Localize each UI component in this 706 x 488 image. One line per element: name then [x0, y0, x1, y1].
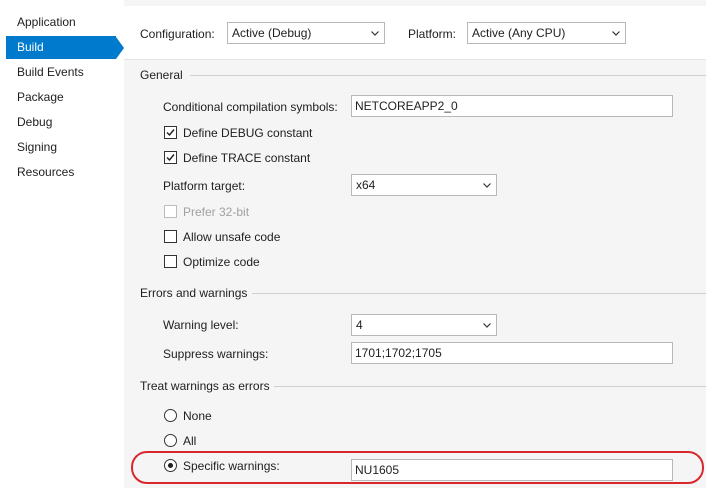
radio-none[interactable]: [164, 409, 177, 422]
sidebar-item-application[interactable]: Application: [6, 11, 116, 34]
define-trace-checkbox[interactable]: [164, 151, 177, 164]
section-errors-heading: Errors and warnings: [140, 286, 248, 300]
section-treat-warnings-heading: Treat warnings as errors: [140, 379, 270, 393]
chevron-down-icon: [612, 31, 620, 36]
radio-specific-label: Specific warnings:: [183, 459, 280, 473]
define-trace-label: Define TRACE constant: [183, 151, 311, 165]
section-general-heading: General: [140, 68, 183, 82]
warning-level-value: 4: [356, 318, 363, 332]
specific-warnings-input[interactable]: NU1605: [351, 459, 673, 481]
sidebar-item-package[interactable]: Package: [6, 86, 116, 109]
platform-value: Active (Any CPU): [472, 26, 566, 40]
section-divider: [274, 386, 706, 387]
configuration-dropdown[interactable]: Active (Debug): [227, 22, 385, 44]
platform-dropdown[interactable]: Active (Any CPU): [467, 22, 626, 44]
radio-all[interactable]: [164, 434, 177, 447]
suppress-warnings-input[interactable]: 1701;1702;1705: [351, 342, 673, 364]
prefer-32bit-checkbox: [164, 205, 177, 218]
platform-label: Platform:: [408, 27, 457, 41]
conditional-symbols-label: Conditional compilation symbols:: [163, 100, 338, 114]
warning-level-dropdown[interactable]: 4: [351, 314, 497, 336]
allow-unsafe-checkbox[interactable]: [164, 230, 177, 243]
radio-specific-warnings[interactable]: [164, 459, 177, 472]
radio-none-label: None: [183, 409, 212, 423]
prefer-32bit-label: Prefer 32-bit: [183, 205, 250, 219]
platform-target-dropdown[interactable]: x64: [351, 174, 497, 196]
configuration-label: Configuration:: [140, 27, 215, 41]
configuration-value: Active (Debug): [232, 26, 312, 40]
sidebar-item-resources[interactable]: Resources: [6, 161, 116, 184]
sidebar-item-debug[interactable]: Debug: [6, 111, 116, 134]
platform-target-label: Platform target:: [163, 179, 246, 193]
allow-unsafe-label: Allow unsafe code: [183, 230, 281, 244]
radio-selected-dot: [168, 463, 173, 468]
chevron-down-icon: [483, 323, 491, 328]
section-divider: [252, 293, 706, 294]
optimize-code-checkbox[interactable]: [164, 255, 177, 268]
sidebar-item-signing[interactable]: Signing: [6, 136, 116, 159]
suppress-warnings-label: Suppress warnings:: [163, 347, 269, 361]
conditional-symbols-input[interactable]: NETCOREAPP2_0: [351, 95, 673, 117]
optimize-code-label: Optimize code: [183, 255, 260, 269]
chevron-down-icon: [371, 31, 379, 36]
active-item-arrow: [116, 37, 124, 59]
sidebar-item-build[interactable]: Build: [6, 36, 116, 59]
sidebar-item-build-events[interactable]: Build Events: [6, 61, 116, 84]
checkmark-icon: [166, 154, 175, 162]
define-debug-checkbox[interactable]: [164, 126, 177, 139]
radio-all-label: All: [183, 434, 197, 448]
chevron-down-icon: [483, 183, 491, 188]
section-divider: [190, 75, 706, 76]
checkmark-icon: [166, 129, 175, 137]
define-debug-label: Define DEBUG constant: [183, 126, 313, 140]
warning-level-label: Warning level:: [163, 318, 239, 332]
project-properties-sidebar: Application Build Build Events Package D…: [0, 0, 124, 488]
platform-target-value: x64: [356, 178, 376, 192]
